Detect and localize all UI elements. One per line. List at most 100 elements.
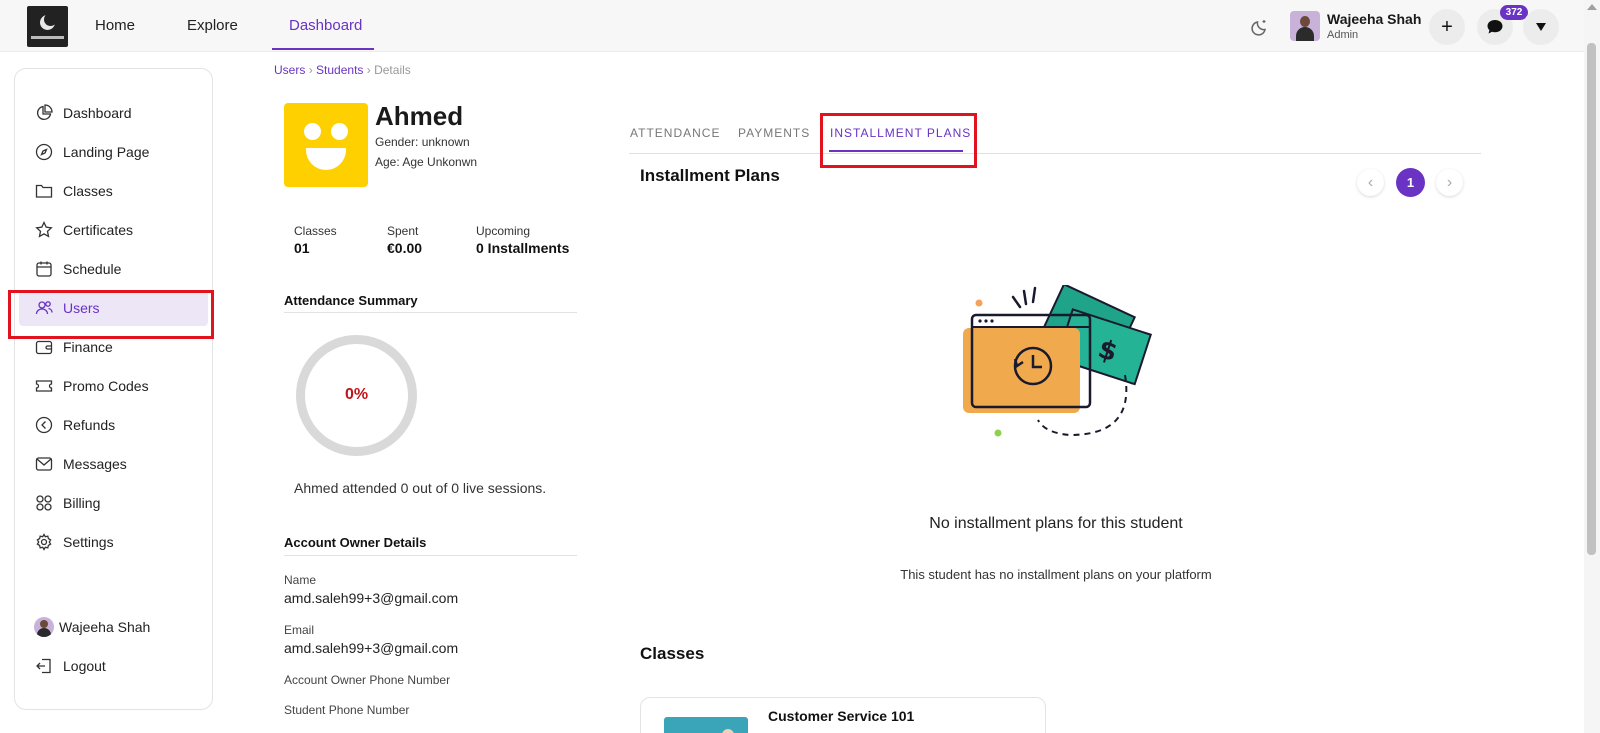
breadcrumb: Users › Students › Details <box>274 63 411 77</box>
class-name: Customer Service 101 <box>768 708 915 724</box>
stat-upcoming-value: 0 Installments <box>476 240 570 256</box>
logout-label: Logout <box>63 658 106 674</box>
grid-icon <box>34 493 54 513</box>
divider <box>284 312 577 313</box>
pagination-prev-button[interactable]: ‹ <box>1357 169 1384 196</box>
sidebar-item-label: Finance <box>63 339 113 355</box>
top-navbar: Home Explore Dashboard Wajeeha Shah Admi… <box>0 0 1584 52</box>
logout-icon <box>34 656 54 676</box>
sidebar-item-refunds[interactable]: Refunds <box>19 407 208 443</box>
student-gender: Gender: unknown <box>375 135 470 149</box>
account-menu-button[interactable] <box>1523 9 1559 45</box>
account-name-label: Name <box>284 573 317 587</box>
stat-spent-value: €0.00 <box>387 240 423 256</box>
installment-plans-title: Installment Plans <box>640 166 780 185</box>
sidebar-item-label: Dashboard <box>63 105 132 121</box>
breadcrumb-current: Details <box>374 63 411 77</box>
logout-button[interactable]: Logout <box>19 648 208 684</box>
user-avatar[interactable] <box>1290 11 1320 41</box>
student-phone-label: Student Phone Number <box>284 703 410 717</box>
sidebar-item-label: Promo Codes <box>63 378 149 394</box>
page-scrollbar-thumb[interactable] <box>1587 43 1596 555</box>
highlight-box-users <box>8 290 214 339</box>
attendance-summary-title: Attendance Summary <box>284 293 418 308</box>
sidebar-item-label: Certificates <box>63 222 134 238</box>
wallet-icon <box>34 337 54 357</box>
chevron-right-icon: › <box>1446 173 1453 191</box>
sidebar-item-promo-codes[interactable]: Promo Codes <box>19 368 208 404</box>
tab-attendance[interactable]: ATTENDANCE <box>630 126 720 140</box>
nav-explore-link[interactable]: Explore <box>187 17 238 34</box>
compass-icon <box>34 142 54 162</box>
sidebar-item-label: Landing Page <box>63 144 150 160</box>
stat-spent-label: Spent <box>387 224 419 238</box>
pie-chart-icon <box>34 103 54 123</box>
breadcrumb-separator: › <box>366 63 371 77</box>
sidebar-item-billing[interactable]: Billing <box>19 485 208 521</box>
chat-bubble-icon <box>1487 20 1503 34</box>
logo-moon-icon <box>40 13 57 30</box>
caret-down-icon <box>1536 23 1546 31</box>
notification-count-badge: 372 <box>1500 5 1528 20</box>
classes-title: Classes <box>640 644 705 663</box>
account-email-label: Email <box>284 623 315 637</box>
student-age: Age: Age Unkonwn <box>375 155 478 169</box>
pagination-next-button[interactable]: › <box>1436 169 1463 196</box>
pagination-page-current[interactable]: 1 <box>1396 168 1425 197</box>
user-avatar-small <box>34 617 54 637</box>
plus-icon: + <box>1441 15 1453 38</box>
account-name-value: amd.saleh99+3@gmail.com <box>284 590 459 606</box>
account-email-value: amd.saleh99+3@gmail.com <box>284 640 459 656</box>
scroll-up-arrow-icon[interactable] <box>1587 4 1597 10</box>
sidebar-item-label: Schedule <box>63 261 122 277</box>
divider <box>284 555 577 556</box>
highlight-box-installment-tab <box>820 113 977 168</box>
star-icon <box>34 220 54 240</box>
breadcrumb-students-link[interactable]: Students <box>316 63 363 77</box>
stat-classes-label: Classes <box>294 224 337 238</box>
sidebar-item-label: Refunds <box>63 417 116 433</box>
breadcrumb-separator: › <box>308 63 313 77</box>
user-role: Admin <box>1327 29 1359 41</box>
class-thumbnail <box>664 717 748 733</box>
sidebar-user-profile[interactable]: Wajeeha Shah <box>19 609 208 645</box>
attendance-summary-text: Ahmed attended 0 out of 0 live sessions. <box>294 480 547 496</box>
sidebar-item-classes[interactable]: Classes <box>19 173 208 209</box>
tabs-divider <box>629 153 1481 154</box>
sidebar-item-landing-page[interactable]: Landing Page <box>19 134 208 170</box>
sidebar-item-label: Billing <box>63 495 101 511</box>
sidebar-item-settings[interactable]: Settings <box>19 524 208 560</box>
sidebar-item-label: Messages <box>63 456 127 472</box>
attendance-percent: 0% <box>344 386 369 403</box>
refund-icon <box>34 415 54 435</box>
sidebar-item-label: Classes <box>63 183 113 199</box>
sidebar: Dashboard Landing Page Classes Certifica… <box>14 68 213 710</box>
breadcrumb-users-link[interactable]: Users <box>274 63 305 77</box>
class-card[interactable]: Customer Service 101 <box>640 697 1046 733</box>
calendar-icon <box>34 259 54 279</box>
sidebar-item-messages[interactable]: Messages <box>19 446 208 482</box>
add-button[interactable]: + <box>1429 9 1465 45</box>
stat-upcoming-label: Upcoming <box>476 224 531 238</box>
folder-icon <box>34 181 54 201</box>
user-name[interactable]: Wajeeha Shah <box>1327 11 1421 27</box>
mail-icon <box>34 454 54 474</box>
student-name: Ahmed <box>375 101 464 131</box>
sidebar-user-name: Wajeeha Shah <box>59 619 151 635</box>
tab-payments[interactable]: PAYMENTS <box>738 126 810 140</box>
nav-active-underline <box>272 48 374 50</box>
sidebar-item-certificates[interactable]: Certificates <box>19 212 208 248</box>
sidebar-item-schedule[interactable]: Schedule <box>19 251 208 287</box>
app-logo[interactable] <box>27 6 68 47</box>
nav-home-link[interactable]: Home <box>95 17 135 34</box>
sidebar-item-dashboard[interactable]: Dashboard <box>19 95 208 131</box>
account-owner-title: Account Owner Details <box>284 535 427 550</box>
empty-state-subtitle: This student has no installment plans on… <box>900 567 1212 582</box>
sidebar-item-label: Settings <box>63 534 114 550</box>
dark-mode-moon-icon[interactable] <box>1250 17 1270 37</box>
empty-state-title: No installment plans for this student <box>929 515 1183 532</box>
nav-dashboard-link[interactable]: Dashboard <box>289 17 362 34</box>
empty-state-illustration: $ <box>963 285 1153 437</box>
gear-icon <box>34 532 54 552</box>
account-owner-phone-label: Account Owner Phone Number <box>284 673 451 687</box>
